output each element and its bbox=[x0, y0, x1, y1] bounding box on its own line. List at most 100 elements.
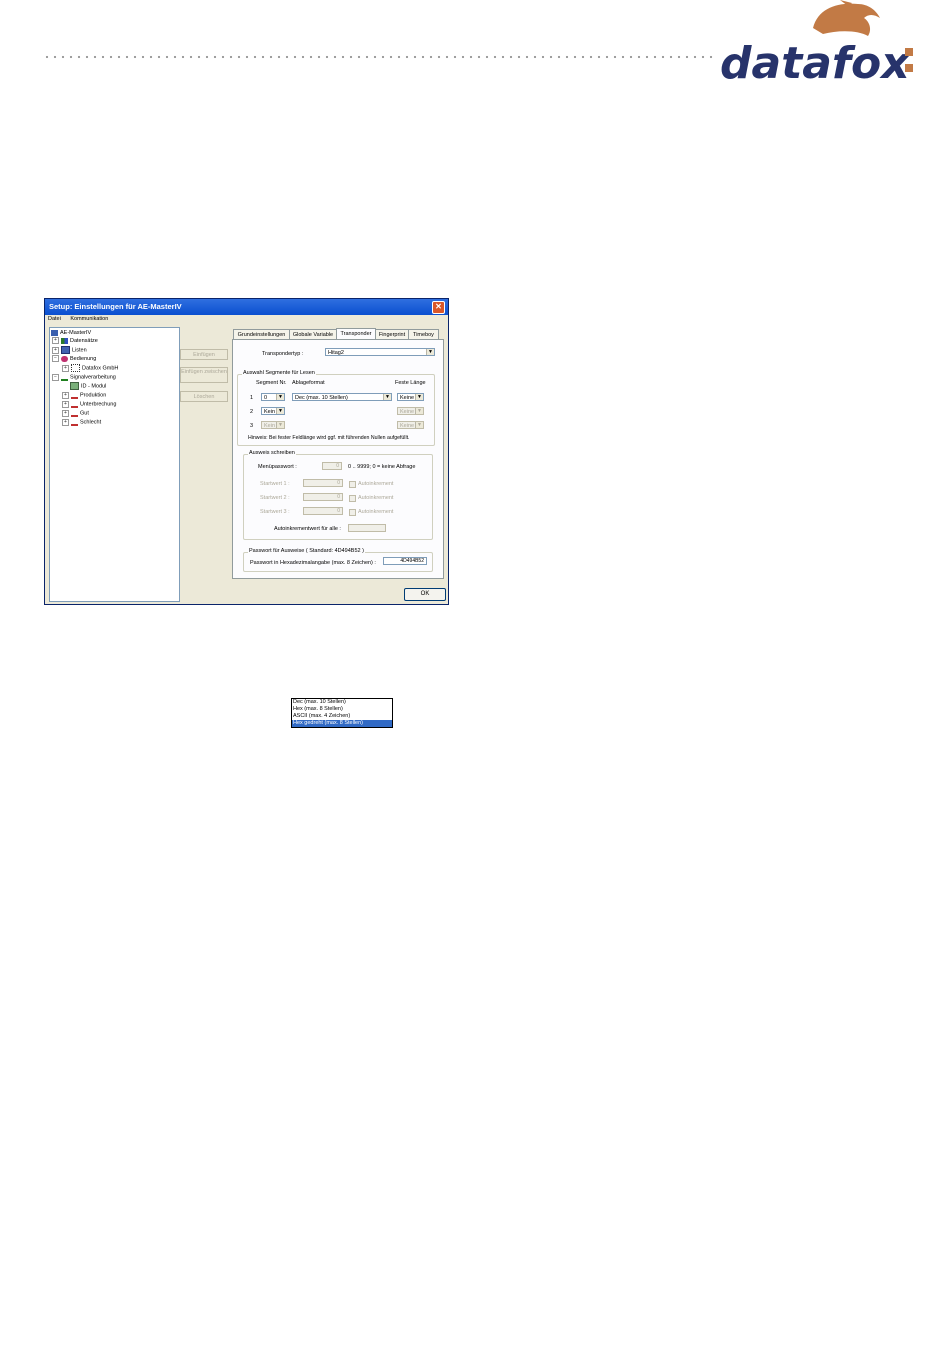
tree-item-schlecht[interactable]: + Schlecht bbox=[62, 418, 101, 426]
autoincrement-label-3: Autoinkrement bbox=[358, 509, 394, 515]
segment-select-3[interactable]: Kein ▼ bbox=[261, 421, 285, 429]
format-option[interactable]: Dec (max. 10 Stellen) bbox=[292, 699, 392, 706]
menu-icon bbox=[71, 364, 80, 372]
format-select-1[interactable]: Dec (max. 10 Stellen) ▼ bbox=[292, 393, 392, 401]
expand-icon[interactable]: + bbox=[62, 364, 69, 372]
close-icon[interactable]: ✕ bbox=[432, 301, 445, 314]
autoincrement-checkbox-1[interactable] bbox=[349, 481, 356, 488]
fixed-length-column-header: Feste Länge bbox=[395, 380, 426, 386]
collapse-icon[interactable]: − bbox=[52, 355, 59, 363]
bad-icon bbox=[71, 418, 78, 426]
device-icon bbox=[51, 329, 58, 336]
start-value-label-3: Startwert 3 : bbox=[260, 509, 290, 515]
tree-item-listen[interactable]: + Listen bbox=[52, 346, 87, 354]
insert-button[interactable]: Einfügen bbox=[180, 349, 228, 360]
chevron-down-icon: ▼ bbox=[276, 394, 284, 400]
window-title: Setup: Einstellungen für AE-MasterIV bbox=[49, 302, 182, 311]
segment-select-2[interactable]: Kein ▼ bbox=[261, 407, 285, 415]
chevron-down-icon: ▼ bbox=[276, 422, 284, 428]
logo-text: datafox bbox=[720, 38, 911, 89]
tree-item-id-modul[interactable]: ID - Modul bbox=[70, 382, 106, 390]
fixed-length-select-2[interactable]: Keine ▼ bbox=[397, 407, 424, 415]
chevron-down-icon: ▼ bbox=[276, 408, 284, 414]
card-password-group: Passwort für Ausweise ( Standard: 4D494B… bbox=[243, 548, 433, 572]
format-column-header: Ablageformat bbox=[292, 380, 325, 386]
autoincrement-checkbox-3[interactable] bbox=[349, 509, 356, 516]
write-card-group: Ausweis schreiben Menüpasswort : 0 0 .. … bbox=[243, 450, 433, 540]
start-value-field-3[interactable]: 0 bbox=[303, 507, 343, 515]
good-icon bbox=[71, 409, 78, 417]
tree-item-unterbrechung[interactable]: + Unterbrechung bbox=[62, 400, 116, 408]
fixed-length-hint: Hinweis: Bei fester Feldlänge wird ggf. … bbox=[248, 435, 410, 441]
expand-icon[interactable]: + bbox=[62, 418, 69, 426]
format-dropdown-list[interactable]: Dec (max. 10 Stellen) Hex (max. 8 Stelle… bbox=[291, 698, 393, 728]
tree-item-bedienung[interactable]: − Bedienung bbox=[52, 355, 96, 363]
fixed-length-select-1[interactable]: Keine ▼ bbox=[397, 393, 424, 401]
card-password-field[interactable]: 4D494B52 bbox=[383, 557, 427, 565]
window-titlebar: Setup: Einstellungen für AE-MasterIV ✕ bbox=[45, 299, 448, 315]
chevron-down-icon: ▼ bbox=[383, 394, 391, 400]
start-value-label-2: Startwert 2 : bbox=[260, 495, 290, 501]
format-option[interactable]: Hex (max. 8 Stellen) bbox=[292, 706, 392, 713]
signal-icon bbox=[61, 373, 68, 381]
expand-icon[interactable]: + bbox=[62, 400, 69, 408]
tree-item-gut[interactable]: + Gut bbox=[62, 409, 89, 417]
expand-icon[interactable]: + bbox=[52, 346, 59, 354]
user-icon bbox=[61, 355, 68, 362]
id-module-icon bbox=[70, 382, 79, 390]
production-icon bbox=[71, 391, 78, 399]
start-value-label-1: Startwert 1 : bbox=[260, 481, 290, 487]
transponder-panel: Transpondertyp : Hitag2 ▼ Auswahl Segment… bbox=[232, 339, 444, 579]
segment-column-header: Segment Nr. bbox=[256, 380, 287, 386]
format-option-selected[interactable]: Hex gedreht (max. 8 Stellen) bbox=[292, 720, 392, 727]
tree-item-ae-master[interactable]: AE-MasterIV bbox=[51, 329, 91, 337]
tree-item-signalverarbeitung[interactable]: − Signalverarbeitung bbox=[52, 373, 116, 381]
expand-icon[interactable]: + bbox=[62, 409, 69, 417]
chevron-down-icon: ▼ bbox=[415, 422, 423, 428]
insert-between-button[interactable]: Einfügen zwischen bbox=[180, 367, 228, 383]
expand-icon[interactable]: + bbox=[52, 337, 59, 345]
menu-kommunikation[interactable]: Kommunikation bbox=[70, 316, 108, 322]
transponder-type-select[interactable]: Hitag2 ▼ bbox=[325, 348, 435, 356]
autoincrement-checkbox-2[interactable] bbox=[349, 495, 356, 502]
autoincrement-all-label: Autoinkrementwert für alle : bbox=[274, 526, 341, 532]
collapse-icon[interactable]: − bbox=[52, 373, 59, 381]
records-icon bbox=[61, 337, 68, 344]
chevron-down-icon: ▼ bbox=[426, 349, 434, 355]
list-icon bbox=[61, 346, 70, 354]
tree-item-datensaetze[interactable]: + Datensätze bbox=[52, 337, 98, 345]
autoincrement-label-2: Autoinkrement bbox=[358, 495, 394, 501]
card-password-label: Passwort in Hexadezimalangabe (max. 8 Ze… bbox=[250, 560, 376, 566]
settings-tree[interactable]: AE-MasterIV + Datensätze + Listen − Bedienu… bbox=[49, 327, 180, 602]
menu-password-label: Menüpasswort : bbox=[258, 464, 297, 470]
start-value-field-2[interactable]: 0 bbox=[303, 493, 343, 501]
autoincrement-all-field[interactable] bbox=[348, 524, 386, 532]
transponder-type-label: Transpondertyp : bbox=[262, 351, 304, 357]
segment-select-1[interactable]: 0 ▼ bbox=[261, 393, 285, 401]
start-value-field-1[interactable]: 0 bbox=[303, 479, 343, 487]
fixed-length-select-3[interactable]: Keine ▼ bbox=[397, 421, 424, 429]
menubar: Datei Kommunikation bbox=[45, 315, 448, 324]
tree-item-datafox-gmbh[interactable]: + Datafox GmbH bbox=[62, 364, 118, 372]
chevron-down-icon: ▼ bbox=[415, 394, 423, 400]
row-number: 3 bbox=[250, 423, 254, 429]
menu-password-field[interactable]: 0 bbox=[322, 462, 342, 470]
format-option[interactable]: ASCII (max. 4 Zeichen) bbox=[292, 713, 392, 720]
write-card-group-title: Ausweis schreiben bbox=[248, 450, 296, 456]
setup-window: Setup: Einstellungen für AE-MasterIV ✕ D… bbox=[44, 298, 449, 728]
chevron-down-icon: ▼ bbox=[415, 408, 423, 414]
segments-group: Auswahl Segmente für Lesen Segment Nr. A… bbox=[237, 370, 435, 446]
menu-datei[interactable]: Datei bbox=[48, 316, 61, 322]
menu-password-range: 0 .. 9999; 0 = keine Abfrage bbox=[348, 464, 416, 470]
tree-item-produktion[interactable]: + Produktion bbox=[62, 391, 106, 399]
row-number: 2 bbox=[250, 409, 254, 415]
header-dotted-rule bbox=[43, 55, 713, 59]
card-password-group-title: Passwort für Ausweise ( Standard: 4D494B… bbox=[248, 548, 365, 554]
ok-button[interactable]: OK bbox=[404, 588, 446, 601]
datafox-logo: datafox bbox=[720, 0, 913, 89]
expand-icon[interactable]: + bbox=[62, 391, 69, 399]
interrupt-icon bbox=[71, 400, 78, 408]
segments-group-title: Auswahl Segmente für Lesen bbox=[242, 370, 316, 376]
delete-button[interactable]: Löschen bbox=[180, 391, 228, 402]
autoincrement-label-1: Autoinkrement bbox=[358, 481, 394, 487]
